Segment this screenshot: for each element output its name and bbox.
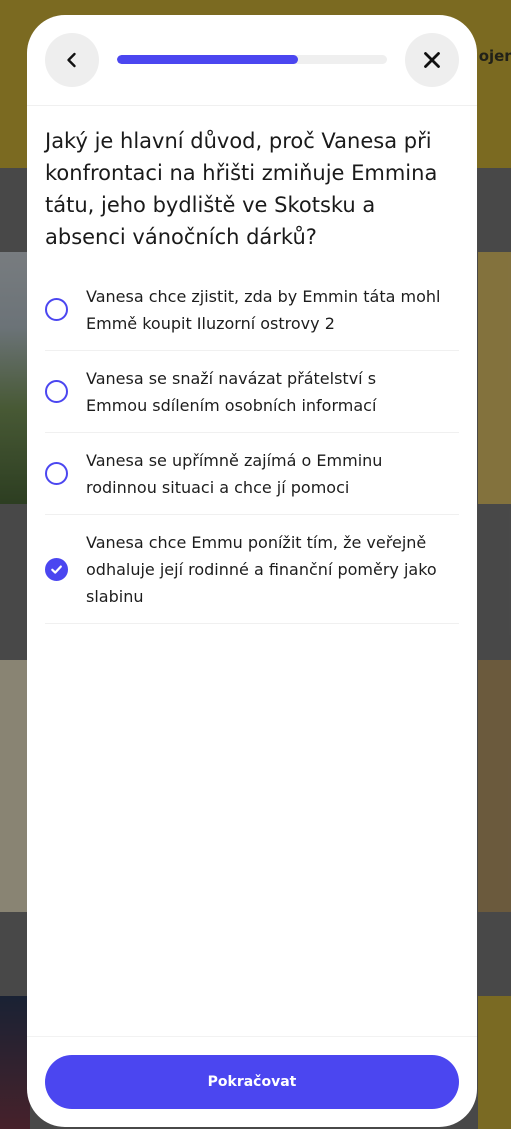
question-text: Jaký je hlavní důvod, proč Vanesa při ko…: [45, 129, 438, 249]
answer-option[interactable]: Vanesa se upřímně zajímá o Emminu rodinn…: [45, 433, 459, 515]
progress-bar: [117, 55, 387, 64]
back-button[interactable]: [45, 33, 99, 87]
answer-option[interactable]: Vanesa chce Emmu ponížit tím, že veřejně…: [45, 515, 459, 624]
radio-unchecked[interactable]: [45, 380, 68, 403]
close-icon: [424, 52, 440, 68]
close-button[interactable]: [405, 33, 459, 87]
continue-button[interactable]: Pokračovat: [45, 1055, 459, 1109]
answer-option-label: Vanesa chce Emmu ponížit tím, že veřejně…: [86, 532, 437, 606]
answer-option[interactable]: Vanesa se snaží navázat přátelství s Emm…: [45, 351, 459, 433]
answer-option-label: Vanesa se upřímně zajímá o Emminu rodinn…: [86, 450, 383, 497]
answer-option-label: Vanesa se snaží navázat přátelství s Emm…: [86, 368, 377, 415]
answer-option-label: Vanesa chce zjistit, zda by Emmin táta m…: [86, 286, 441, 333]
radio-checked[interactable]: [45, 557, 68, 581]
radio-unchecked[interactable]: [45, 298, 68, 321]
answer-option[interactable]: Vanesa chce zjistit, zda by Emmin táta m…: [45, 269, 459, 351]
chevron-left-icon: [67, 52, 76, 68]
quiz-topbar: [27, 15, 477, 106]
quiz-modal: Jaký je hlavní důvod, proč Vanesa při ko…: [27, 15, 477, 1127]
quiz-footer: Pokračovat: [27, 1036, 477, 1127]
progress-bar-fill: [117, 55, 298, 64]
radio-unchecked[interactable]: [45, 462, 68, 485]
check-icon: [51, 565, 62, 574]
answer-options: Vanesa chce zjistit, zda by Emmin táta m…: [45, 269, 459, 624]
